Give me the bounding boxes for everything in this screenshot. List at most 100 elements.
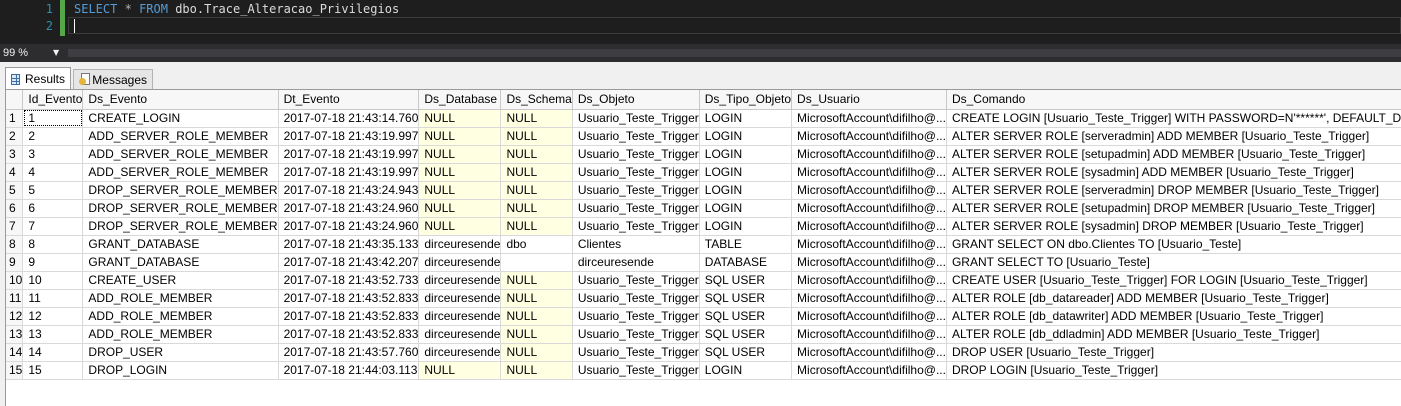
grid-cell[interactable]: 14 <box>22 343 84 362</box>
table-row[interactable]: 2 2 ADD_SERVER_ROLE_MEMBER 2017-07-18 21:43… <box>6 127 1401 146</box>
grid-cell[interactable]: NULL <box>500 127 573 146</box>
grid-cell[interactable]: 2017-07-18 21:43:19.997 <box>278 127 420 146</box>
grid-cell[interactable]: NULL <box>500 271 573 290</box>
tab-results[interactable]: Results <box>5 67 71 90</box>
grid-cell[interactable]: TABLE <box>699 235 793 254</box>
grid-cell[interactable]: DROP_LOGIN <box>82 361 279 380</box>
grid-cell[interactable]: 3 <box>22 145 84 164</box>
grid-cell[interactable]: MicrosoftAccount\difilho@... <box>791 235 947 254</box>
grid-cell[interactable]: DATABASE <box>699 253 793 272</box>
grid-cell[interactable]: 2 <box>22 127 84 146</box>
grid-cell[interactable]: NULL <box>418 163 502 182</box>
grid-cell[interactable]: ADD_SERVER_ROLE_MEMBER <box>82 163 279 182</box>
grid-cell[interactable]: 2017-07-18 21:43:52.733 <box>278 271 420 290</box>
column-header[interactable]: Ds_Schema <box>500 90 573 110</box>
grid-cell[interactable]: SQL USER <box>699 271 793 290</box>
grid-cell[interactable]: LOGIN <box>699 199 793 218</box>
row-number[interactable]: 14 <box>6 343 24 362</box>
grid-cell[interactable]: MicrosoftAccount\difilho@... <box>791 145 947 164</box>
grid-cell[interactable]: 2017-07-18 21:43:19.997 <box>278 163 420 182</box>
grid-cell[interactable]: 4 <box>22 163 84 182</box>
grid-cell[interactable]: MicrosoftAccount\difilho@... <box>791 163 947 182</box>
grid-cell[interactable]: NULL <box>500 145 573 164</box>
grid-cell[interactable]: 2017-07-18 21:43:52.833 <box>278 307 420 326</box>
grid-cell[interactable]: LOGIN <box>699 217 793 236</box>
grid-cell[interactable]: NULL <box>418 145 502 164</box>
row-number[interactable]: 15 <box>6 361 24 380</box>
grid-cell[interactable]: DROP_USER <box>82 343 279 362</box>
grid-cell[interactable]: NULL <box>500 289 573 308</box>
grid-cell[interactable]: 12 <box>22 307 84 326</box>
grid-cell[interactable]: 2017-07-18 21:43:52.833 <box>278 325 420 344</box>
table-row[interactable]: 15 15 DROP_LOGIN 2017-07-18 21:44:03.113 NUL… <box>6 361 1401 380</box>
table-row[interactable]: 9 9 GRANT_DATABASE 2017-07-18 21:43:42.207 d… <box>6 253 1401 272</box>
grid-cell[interactable]: Usuario_Teste_Trigger <box>572 217 700 236</box>
grid-cell[interactable]: Usuario_Teste_Trigger <box>572 271 700 290</box>
column-header[interactable]: Ds_Usuario <box>791 90 947 110</box>
row-number[interactable]: 2 <box>6 127 24 146</box>
grid-cell[interactable]: 10 <box>22 271 84 290</box>
column-header[interactable]: Ds_Evento <box>82 90 279 110</box>
grid-cell[interactable]: MicrosoftAccount\difilho@... <box>791 127 947 146</box>
grid-cell[interactable]: ALTER SERVER ROLE [setupadmin] ADD MEMBE… <box>946 145 1401 164</box>
grid-cell[interactable]: 15 <box>22 361 84 380</box>
grid-cell[interactable]: dirceuresende <box>418 271 502 290</box>
grid-cell[interactable]: Usuario_Teste_Trigger <box>572 361 700 380</box>
column-header[interactable]: Dt_Evento <box>278 90 420 110</box>
grid-cell[interactable] <box>500 253 573 272</box>
grid-cell[interactable]: MicrosoftAccount\difilho@... <box>791 253 947 272</box>
grid-cell[interactable]: dirceuresende <box>418 253 502 272</box>
grid-cell[interactable]: DROP USER [Usuario_Teste_Trigger] <box>946 343 1401 362</box>
row-number[interactable]: 3 <box>6 145 24 164</box>
grid-cell[interactable]: dirceuresende <box>418 325 502 344</box>
grid-cell[interactable]: 7 <box>22 217 84 236</box>
row-number[interactable]: 1 <box>6 109 24 128</box>
grid-cell[interactable]: 2017-07-18 21:43:57.760 <box>278 343 420 362</box>
grid-cell[interactable]: dirceuresende <box>418 289 502 308</box>
grid-cell[interactable]: NULL <box>500 361 573 380</box>
grid-cell[interactable]: dirceuresende <box>418 307 502 326</box>
table-row[interactable]: 7 7 DROP_SERVER_ROLE_MEMBER 2017-07-18 21:4… <box>6 217 1401 236</box>
grid-cell[interactable]: NULL <box>500 109 573 128</box>
grid-cell[interactable]: SQL USER <box>699 289 793 308</box>
column-header[interactable]: Ds_Objeto <box>572 90 700 110</box>
table-row[interactable]: 11 11 ADD_ROLE_MEMBER 2017-07-18 21:43:52.8… <box>6 289 1401 308</box>
grid-cell[interactable]: NULL <box>500 181 573 200</box>
grid-cell[interactable]: Usuario_Teste_Trigger <box>572 109 700 128</box>
grid-cell[interactable]: ALTER SERVER ROLE [serveradmin] ADD MEMB… <box>946 127 1401 146</box>
grid-cell[interactable]: NULL <box>500 163 573 182</box>
grid-cell[interactable]: 11 <box>22 289 84 308</box>
grid-cell[interactable]: CREATE LOGIN [Usuario_Teste_Trigger] WIT… <box>946 109 1401 128</box>
grid-cell[interactable]: NULL <box>418 181 502 200</box>
column-header[interactable]: Ds_Tipo_Objeto <box>699 90 793 110</box>
row-number[interactable]: 8 <box>6 235 24 254</box>
grid-cell[interactable]: dirceuresende <box>572 253 700 272</box>
grid-cell[interactable]: SQL USER <box>699 343 793 362</box>
grid-cell[interactable]: DROP_SERVER_ROLE_MEMBER <box>82 217 279 236</box>
tab-messages[interactable]: Messages <box>73 69 153 89</box>
grid-cell[interactable]: 2017-07-18 21:43:24.960 <box>278 199 420 218</box>
grid-cell[interactable]: 13 <box>22 325 84 344</box>
grid-corner[interactable] <box>6 90 24 110</box>
chevron-down-icon[interactable]: ▼ <box>53 48 59 57</box>
grid-cell[interactable]: NULL <box>500 325 573 344</box>
grid-cell[interactable]: LOGIN <box>699 361 793 380</box>
grid-cell[interactable]: Usuario_Teste_Trigger <box>572 127 700 146</box>
grid-cell[interactable]: MicrosoftAccount\difilho@... <box>791 271 947 290</box>
grid-cell[interactable]: 8 <box>22 235 84 254</box>
grid-cell[interactable]: CREATE_USER <box>82 271 279 290</box>
grid-cell[interactable]: NULL <box>418 199 502 218</box>
grid-cell[interactable]: ALTER ROLE [db_datareader] ADD MEMBER [U… <box>946 289 1401 308</box>
query-editor[interactable]: 1 2 SELECT * FROM dbo.Trace_Alteracao_Pr… <box>0 0 1401 44</box>
grid-cell[interactable]: MicrosoftAccount\difilho@... <box>791 109 947 128</box>
grid-cell[interactable]: NULL <box>418 361 502 380</box>
grid-cell[interactable]: SQL USER <box>699 307 793 326</box>
grid-cell[interactable]: ADD_ROLE_MEMBER <box>82 307 279 326</box>
grid-cell[interactable]: MicrosoftAccount\difilho@... <box>791 217 947 236</box>
table-row[interactable]: 14 14 DROP_USER 2017-07-18 21:43:57.760 dirc… <box>6 343 1401 362</box>
grid-cell[interactable]: 2017-07-18 21:43:42.207 <box>278 253 420 272</box>
row-number[interactable]: 7 <box>6 217 24 236</box>
horizontal-scrollbar[interactable] <box>68 49 1401 57</box>
grid-cell[interactable]: Usuario_Teste_Trigger <box>572 289 700 308</box>
grid-cell[interactable]: ADD_SERVER_ROLE_MEMBER <box>82 127 279 146</box>
